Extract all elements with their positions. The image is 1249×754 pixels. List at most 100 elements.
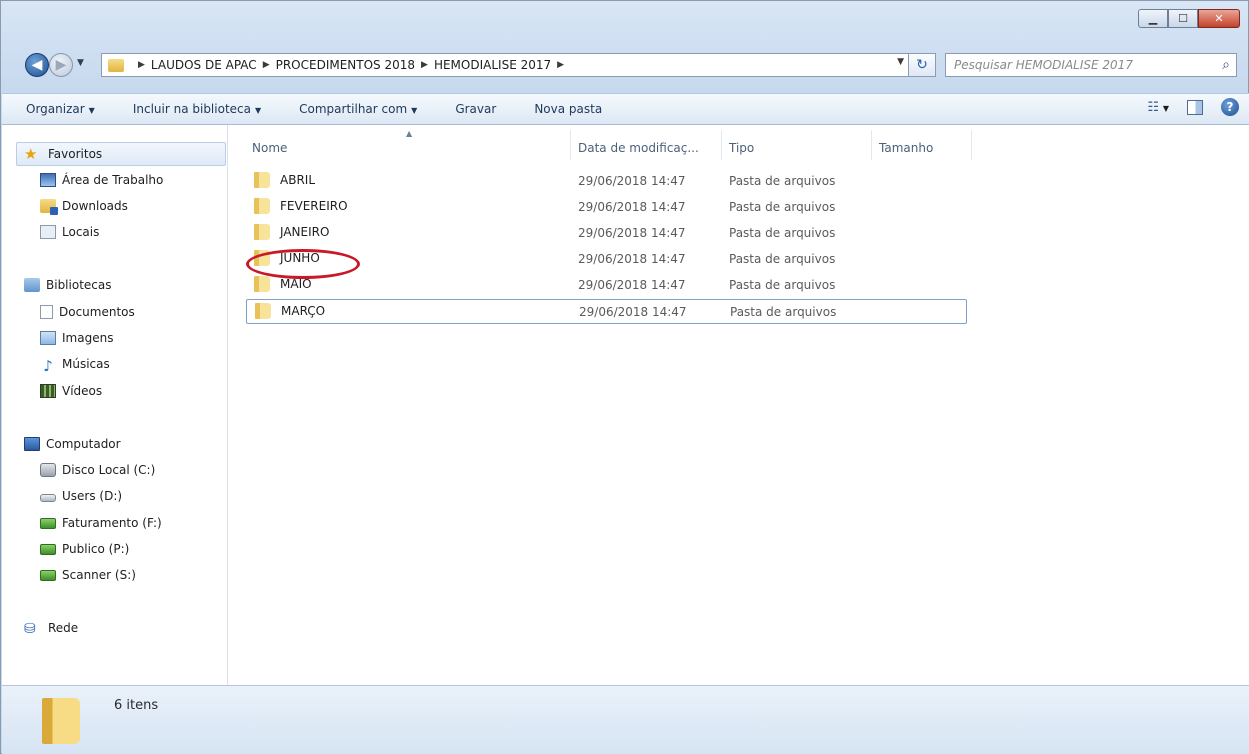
sort-ascending-icon: ▲ — [406, 129, 413, 138]
file-date: 29/06/2018 14:47 — [578, 278, 686, 292]
sidebar-item-libraries[interactable]: Bibliotecas — [24, 278, 111, 292]
toolbar-right: ☷ ▼ ? — [1147, 98, 1239, 116]
item-count: 6 itens — [114, 698, 159, 713]
folder-icon — [254, 172, 270, 188]
sidebar-item-videos[interactable]: Vídeos — [40, 384, 102, 398]
burn-button[interactable]: Gravar — [455, 102, 496, 116]
file-name-cell: FEVEREIRO — [254, 198, 348, 214]
sidebar-item-network[interactable]: ⛁ Rede — [24, 621, 78, 637]
help-icon[interactable]: ? — [1221, 98, 1239, 116]
file-list: ▲ Nome Data de modificaç... Tipo Tamanho… — [228, 125, 1249, 685]
breadcrumb-separator-icon[interactable]: ▶ — [138, 60, 145, 70]
file-date: 29/06/2018 14:47 — [578, 200, 686, 214]
file-date: 29/06/2018 14:47 — [578, 226, 686, 240]
breadcrumb-item-laudos[interactable]: LAUDOS DE APAC — [151, 58, 257, 72]
file-date: 29/06/2018 14:47 — [578, 252, 686, 266]
desktop-icon — [40, 173, 56, 187]
navigation-pane: ★ Favoritos Área de Trabalho Downloads L… — [2, 125, 228, 685]
sidebar-label: Locais — [62, 225, 100, 239]
minimize-button[interactable]: ▁ — [1138, 9, 1168, 28]
search-input[interactable]: Pesquisar HEMODIALISE 2017 ⌕ — [945, 53, 1237, 77]
column-divider[interactable] — [871, 130, 872, 160]
chevron-down-icon: ▼ — [1162, 103, 1169, 113]
column-divider[interactable] — [721, 130, 722, 160]
preview-pane-icon[interactable] — [1187, 99, 1203, 115]
column-header-type[interactable]: Tipo — [729, 137, 754, 159]
command-bar: Organizar ▼ Incluir na biblioteca ▼ Compar… — [2, 93, 1249, 125]
breadcrumb-item-hemodialise[interactable]: HEMODIALISE 2017 — [434, 58, 551, 72]
navigation-row: ◀ ▶ ▼ ▶ LAUDOS DE APAC ▶ PROCEDIMENTOS 2… — [15, 51, 1237, 81]
share-button[interactable]: Compartilhar com ▼ — [299, 102, 417, 116]
table-row[interactable]: FEVEREIRO 29/06/2018 14:47 Pasta de arqu… — [246, 195, 967, 220]
breadcrumb-separator-icon[interactable]: ▶ — [421, 60, 428, 70]
organize-label: Organizar — [26, 102, 85, 116]
sidebar-item-drive-f[interactable]: Faturamento (F:) — [40, 516, 162, 530]
sidebar-item-computer[interactable]: Computador — [24, 437, 121, 451]
file-type: Pasta de arquivos — [729, 174, 836, 188]
table-row[interactable]: ABRIL 29/06/2018 14:47 Pasta de arquivos — [246, 169, 967, 194]
sidebar-label: Disco Local (C:) — [62, 463, 156, 477]
folder-icon — [42, 698, 80, 744]
table-row[interactable]: JANEIRO 29/06/2018 14:47 Pasta de arquiv… — [246, 221, 967, 246]
chevron-down-icon: ▼ — [411, 106, 418, 115]
file-type: Pasta de arquivos — [729, 226, 836, 240]
file-date: 29/06/2018 14:47 — [578, 174, 686, 188]
breadcrumb-separator-icon[interactable]: ▶ — [263, 60, 270, 70]
maximize-button[interactable]: ☐ — [1168, 9, 1198, 28]
sidebar-label: Imagens — [62, 331, 114, 345]
sidebar-item-drive-p[interactable]: Publico (P:) — [40, 542, 129, 556]
breadcrumb-separator-icon[interactable]: ▶ — [557, 60, 564, 70]
column-divider[interactable] — [971, 130, 972, 160]
sidebar-label: Downloads — [62, 199, 128, 213]
share-label: Compartilhar com — [299, 102, 408, 116]
change-view-button[interactable]: ☷ ▼ — [1147, 100, 1169, 115]
computer-icon — [24, 437, 40, 451]
folder-icon — [108, 58, 124, 72]
folder-icon — [254, 198, 270, 214]
table-row[interactable]: MAIO 29/06/2018 14:47 Pasta de arquivos — [246, 273, 967, 298]
network-drive-icon — [40, 543, 56, 555]
file-type: Pasta de arquivos — [729, 252, 836, 266]
film-icon — [40, 384, 56, 398]
back-button[interactable]: ◀ — [25, 53, 49, 77]
sidebar-label: Documentos — [59, 305, 135, 319]
sidebar-item-locais[interactable]: Locais — [40, 225, 99, 239]
sidebar-item-drive-s[interactable]: Scanner (S:) — [40, 568, 136, 582]
forward-button[interactable]: ▶ — [49, 53, 73, 77]
sidebar-label: Músicas — [62, 357, 110, 371]
sidebar-item-documents[interactable]: Documentos — [40, 305, 135, 319]
file-name: ABRIL — [280, 173, 316, 187]
column-header-name[interactable]: Nome — [252, 137, 287, 159]
breadcrumb-item-procedimentos[interactable]: PROCEDIMENTOS 2018 — [276, 58, 415, 72]
address-bar[interactable]: ▶ LAUDOS DE APAC ▶ PROCEDIMENTOS 2018 ▶ … — [101, 53, 909, 77]
new-folder-button[interactable]: Nova pasta — [534, 102, 602, 116]
history-dropdown-icon[interactable]: ▼ — [77, 58, 84, 68]
music-note-icon: ♪ — [43, 357, 53, 375]
sidebar-item-favorites[interactable]: ★ Favoritos — [24, 146, 102, 162]
address-dropdown-icon[interactable]: ▼ — [897, 57, 904, 67]
column-header-date[interactable]: Data de modificaç... — [578, 137, 699, 159]
sidebar-item-desktop[interactable]: Área de Trabalho — [40, 173, 163, 187]
table-row[interactable]: MARÇO 29/06/2018 14:47 Pasta de arquivos — [246, 299, 967, 324]
sidebar-item-drive-c[interactable]: Disco Local (C:) — [40, 463, 155, 477]
sidebar-item-drive-d[interactable]: Users (D:) — [40, 489, 122, 503]
sidebar-item-downloads[interactable]: Downloads — [40, 199, 128, 215]
content-area: ★ Favoritos Área de Trabalho Downloads L… — [2, 125, 1249, 685]
close-button[interactable]: ✕ — [1198, 9, 1240, 28]
chevron-down-icon: ▼ — [88, 106, 95, 115]
search-icon[interactable]: ⌕ — [1222, 57, 1230, 73]
refresh-button[interactable]: ↻ — [908, 53, 936, 77]
network-drive-icon — [40, 569, 56, 581]
include-library-button[interactable]: Incluir na biblioteca ▼ — [133, 102, 261, 116]
network-icon: ⛁ — [24, 621, 36, 637]
column-divider[interactable] — [570, 130, 571, 160]
sidebar-item-music[interactable]: ♪ Músicas — [40, 357, 110, 375]
column-header-size[interactable]: Tamanho — [879, 137, 933, 159]
view-list-icon: ☷ — [1147, 99, 1160, 115]
sidebar-item-images[interactable]: Imagens — [40, 331, 113, 345]
file-name-cell: JANEIRO — [254, 224, 329, 240]
sidebar-label: Computador — [46, 437, 121, 451]
sidebar-label: Faturamento (F:) — [62, 516, 162, 530]
organize-button[interactable]: Organizar ▼ — [26, 102, 95, 116]
file-date: 29/06/2018 14:47 — [579, 305, 687, 319]
